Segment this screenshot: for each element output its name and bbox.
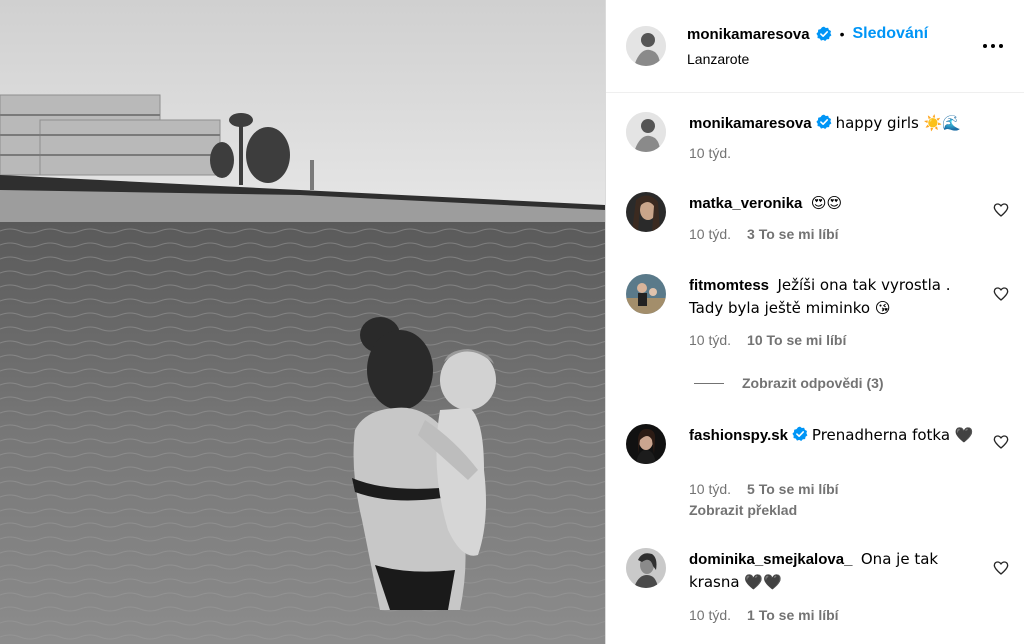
comment-body: fitmomtess Ježíši ona tak vyrostla . Tad… bbox=[689, 274, 989, 320]
commenter-avatar[interactable] bbox=[626, 548, 666, 588]
comment-time[interactable]: 10 týd. bbox=[689, 226, 731, 242]
post-header: monikamaresova • Sledování Lanzarote bbox=[606, 0, 1024, 93]
comment-likes[interactable]: 1 To se mi líbí bbox=[747, 607, 839, 623]
more-options-icon[interactable] bbox=[981, 36, 1005, 56]
comment-text: 😍😍 bbox=[810, 194, 843, 212]
comment-likes[interactable]: 5 To se mi líbí bbox=[747, 481, 839, 497]
view-replies-label: Zobrazit odpovědi (3) bbox=[742, 375, 884, 391]
commenter-avatar-image bbox=[626, 192, 666, 232]
post-photo bbox=[0, 0, 605, 644]
comment-body: fashionspy.sk Prenadherna fotka 🖤 bbox=[689, 424, 989, 447]
view-replies-button[interactable]: Zobrazit odpovědi (3) bbox=[694, 375, 884, 391]
caption-avatar-image bbox=[626, 112, 666, 152]
author-avatar-image bbox=[626, 26, 666, 66]
comment-meta: 10 týd. 5 To se mi líbí bbox=[689, 481, 839, 497]
comment-time[interactable]: 10 týd. bbox=[689, 607, 731, 623]
caption-time[interactable]: 10 týd. bbox=[689, 145, 731, 161]
caption-username[interactable]: monikamaresova bbox=[689, 115, 812, 132]
comment-likes[interactable]: 3 To se mi líbí bbox=[747, 226, 839, 242]
comment-likes[interactable]: 10 To se mi líbí bbox=[747, 332, 846, 348]
commenter-avatar[interactable] bbox=[626, 192, 666, 232]
verified-badge-icon bbox=[815, 26, 831, 41]
commenter-avatar-image bbox=[626, 548, 666, 588]
commenter-avatar[interactable] bbox=[626, 424, 666, 464]
author-avatar[interactable] bbox=[626, 26, 666, 66]
comment-meta: 10 týd. 3 To se mi líbí bbox=[689, 226, 839, 242]
comment-meta: 10 týd. 1 To se mi líbí bbox=[689, 607, 839, 623]
commenter-avatar-image bbox=[626, 424, 666, 464]
comment-body: dominika_smejkalova_ Ona je tak krasna 🖤… bbox=[689, 548, 989, 594]
comment-username[interactable]: dominika_smejkalova_ bbox=[689, 551, 852, 568]
comment-time[interactable]: 10 týd. bbox=[689, 481, 731, 497]
verified-badge-icon bbox=[815, 114, 831, 129]
heart-icon[interactable] bbox=[993, 434, 1009, 450]
beach-photo-image bbox=[0, 0, 605, 644]
caption-avatar[interactable] bbox=[626, 112, 666, 152]
heart-icon[interactable] bbox=[993, 202, 1009, 218]
comment-meta: 10 týd. 10 To se mi líbí bbox=[689, 332, 846, 348]
replies-divider bbox=[694, 382, 724, 384]
see-translation-button[interactable]: Zobrazit překlad bbox=[689, 502, 797, 518]
post-location[interactable]: Lanzarote bbox=[687, 51, 749, 67]
comment-text: Prenadherna fotka 🖤 bbox=[811, 426, 974, 444]
author-line: monikamaresova • Sledování bbox=[687, 25, 928, 43]
caption-text: happy girls ☀️🌊 bbox=[835, 114, 961, 132]
caption-meta: 10 týd. bbox=[689, 145, 731, 161]
comment-username[interactable]: fashionspy.sk bbox=[689, 427, 788, 444]
heart-icon[interactable] bbox=[993, 286, 1009, 302]
comment-username[interactable]: fitmomtess bbox=[689, 277, 769, 294]
commenter-avatar[interactable] bbox=[626, 274, 666, 314]
caption-body: monikamaresova happy girls ☀️🌊 bbox=[689, 112, 989, 135]
comment-body: matka_veronika 😍😍 bbox=[689, 192, 989, 215]
separator-dot: • bbox=[839, 26, 845, 42]
comment-username[interactable]: matka_veronika bbox=[689, 195, 802, 212]
commenter-avatar-image bbox=[626, 274, 666, 314]
author-username[interactable]: monikamaresova bbox=[687, 26, 810, 43]
comment-time[interactable]: 10 týd. bbox=[689, 332, 731, 348]
following-button[interactable]: Sledování bbox=[852, 25, 928, 43]
heart-icon[interactable] bbox=[993, 560, 1009, 576]
verified-badge-icon bbox=[792, 426, 808, 441]
comments-panel: monikamaresova • Sledování Lanzarote mon… bbox=[605, 0, 1024, 644]
